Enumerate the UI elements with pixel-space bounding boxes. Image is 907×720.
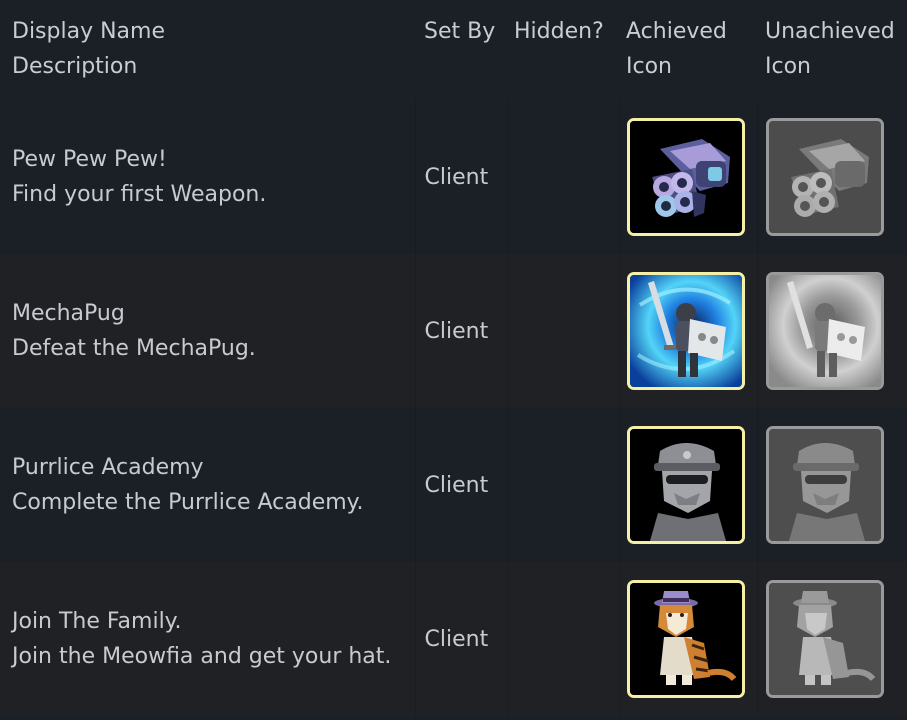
achievement-name: MechaPug	[12, 301, 125, 326]
header-display-name: Display Name Description	[0, 0, 415, 100]
table-row: MechaPug Defeat the MechaPug. Client	[0, 254, 907, 408]
header-unachieved-label: Unachieved	[765, 19, 895, 44]
header-achieved-label: Achieved	[626, 19, 727, 44]
set-by-cell: Client	[414, 254, 507, 408]
header-row: Display Name Description Set By Hidden? …	[0, 0, 907, 100]
achievement-name: Join The Family.	[12, 609, 182, 634]
table-row: Pew Pew Pew! Find your first Weapon. Cli…	[0, 100, 907, 254]
set-by-cell: Client	[414, 100, 507, 254]
achievement-description: Join the Meowfia and get your hat.	[12, 644, 392, 669]
name-cell: Join The Family. Join the Meowfia and ge…	[0, 562, 415, 716]
achievements-table: Display Name Description Set By Hidden? …	[0, 0, 907, 716]
police-cat-bust-icon[interactable]	[626, 426, 745, 544]
police-cat-bust-locked-icon[interactable]	[765, 426, 884, 544]
header-unachieved-icon: Unachieved Icon	[757, 0, 907, 100]
header-hidden-label: Hidden?	[514, 19, 604, 44]
header-description-label: Description	[12, 54, 138, 79]
achieved-icon-cell	[618, 562, 757, 716]
achieved-icon-cell	[618, 408, 757, 562]
achievement-name: Purrlice Academy	[12, 455, 204, 480]
header-unachieved-icon-label: Icon	[765, 54, 811, 79]
mafia-tiger-cat-locked-icon[interactable]	[765, 580, 884, 698]
achieved-icon-cell	[618, 254, 757, 408]
name-cell: MechaPug Defeat the MechaPug.	[0, 254, 415, 408]
armored-knight-vortex-icon[interactable]	[626, 272, 745, 390]
table-row: Purrlice Academy Complete the Purrlice A…	[0, 408, 907, 562]
hidden-cell	[506, 100, 619, 254]
mafia-tiger-cat-icon[interactable]	[626, 580, 745, 698]
header-hidden: Hidden?	[507, 0, 619, 100]
achievement-description: Find your first Weapon.	[12, 182, 267, 207]
header-set-by: Set By	[415, 0, 507, 100]
achievement-description: Complete the Purrlice Academy.	[12, 490, 364, 515]
header-achieved-icon: Achieved Icon	[619, 0, 757, 100]
armored-knight-vortex-locked-icon[interactable]	[765, 272, 884, 390]
hidden-cell	[506, 562, 619, 716]
achievement-name: Pew Pew Pew!	[12, 147, 167, 172]
name-cell: Purrlice Academy Complete the Purrlice A…	[0, 408, 415, 562]
unachieved-icon-cell	[756, 254, 907, 408]
achieved-icon-cell	[618, 100, 757, 254]
table-row: Join The Family. Join the Meowfia and ge…	[0, 562, 907, 716]
unachieved-icon-cell	[756, 562, 907, 716]
multi-barrel-gun-locked-icon[interactable]	[765, 118, 884, 236]
header-set-by-label: Set By	[424, 19, 496, 44]
multi-barrel-gun-icon[interactable]	[626, 118, 745, 236]
set-by-cell: Client	[414, 562, 507, 716]
unachieved-icon-cell	[756, 408, 907, 562]
name-cell: Pew Pew Pew! Find your first Weapon.	[0, 100, 415, 254]
hidden-cell	[506, 408, 619, 562]
achievement-description: Defeat the MechaPug.	[12, 336, 256, 361]
header-achieved-icon-label: Icon	[626, 54, 672, 79]
unachieved-icon-cell	[756, 100, 907, 254]
header-display-name-label: Display Name	[12, 19, 165, 44]
hidden-cell	[506, 254, 619, 408]
set-by-cell: Client	[414, 408, 507, 562]
